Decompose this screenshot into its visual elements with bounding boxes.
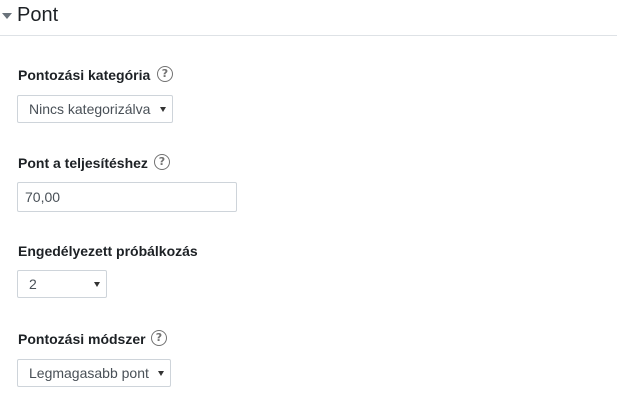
- grade-category-select[interactable]: Nincs kategorizálva: [17, 95, 173, 123]
- section-header-pont[interactable]: Pont: [0, 2, 617, 36]
- grading-method-selected-value: Legmagasabb pont: [29, 365, 149, 381]
- question-circle-icon[interactable]: ?: [151, 330, 167, 346]
- grade-category-selected-value: Nincs kategorizálva: [29, 101, 151, 117]
- grading-method-label: Pontozási módszer: [18, 331, 146, 347]
- grade-category-label: Pontozási kategória: [18, 67, 151, 83]
- attempts-allowed-selected-value: 2: [29, 276, 37, 292]
- grade-to-pass-label: Pont a teljesítéshez: [18, 155, 148, 171]
- question-circle-icon[interactable]: ?: [154, 154, 170, 170]
- dropdown-arrow-icon: [160, 107, 166, 112]
- grade-to-pass-value: 70,00: [25, 189, 61, 205]
- section-title: Pont: [17, 4, 59, 26]
- dropdown-arrow-icon: [158, 371, 164, 376]
- attempts-allowed-select[interactable]: 2: [17, 270, 107, 298]
- grade-to-pass-input[interactable]: 70,00: [17, 182, 237, 212]
- attempts-allowed-label: Engedélyezett próbálkozás: [18, 243, 198, 259]
- dropdown-arrow-icon: [94, 282, 100, 287]
- grading-method-select[interactable]: Legmagasabb pont: [17, 359, 171, 387]
- question-circle-icon[interactable]: ?: [157, 66, 173, 82]
- collapse-caret-icon[interactable]: [2, 13, 12, 19]
